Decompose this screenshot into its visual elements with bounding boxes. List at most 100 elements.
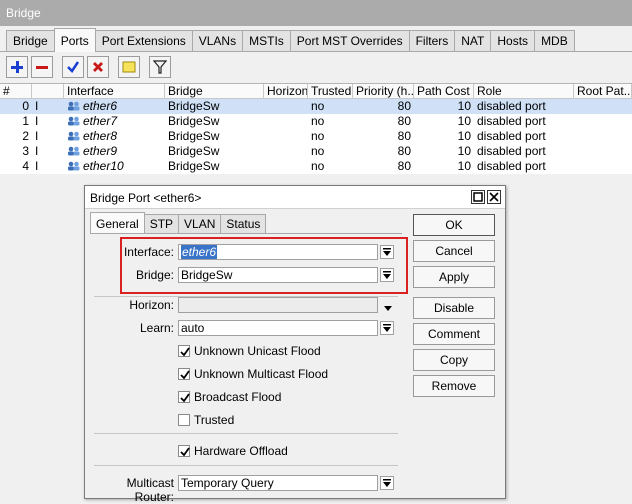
note-icon	[122, 61, 136, 73]
cell-path-cost: 10	[457, 129, 471, 143]
cell-path-cost: 10	[457, 99, 471, 113]
cell-role: disabled port	[477, 129, 546, 143]
unknown-multicast-flood-label: Unknown Multicast Flood	[194, 367, 329, 381]
col-header-bridge[interactable]: Bridge	[165, 84, 264, 99]
table-row[interactable]: 0 I ether6 BridgeSw no 80 10 disabled po…	[0, 99, 632, 114]
tab-hosts[interactable]: Hosts	[490, 30, 536, 51]
table-row[interactable]: 1 I ether7 BridgeSw no 80 10 disabled po…	[0, 114, 632, 129]
hardware-offload-label: Hardware Offload	[194, 444, 288, 458]
col-header-role[interactable]: Role	[474, 84, 574, 99]
interface-select[interactable]: ether6	[178, 244, 378, 260]
cell-flag: I	[35, 159, 39, 173]
interface-label: Interface:	[123, 245, 174, 259]
table-row[interactable]: 3 I ether9 BridgeSw no 80 10 disabled po…	[0, 144, 632, 159]
cell-horizon	[264, 159, 308, 174]
copy-button[interactable]: Copy	[413, 349, 495, 371]
table-row[interactable]: 4 I ether10 BridgeSw no 80 10 disabled p…	[0, 159, 632, 174]
cell-horizon	[264, 99, 308, 114]
tab-mdb[interactable]: MDB	[534, 30, 575, 51]
broadcast-flood-checkbox[interactable]	[178, 391, 190, 403]
interface-dropdown-button[interactable]	[380, 245, 394, 259]
dropdown-arrow-icon	[383, 324, 391, 332]
tab-mstis[interactable]: MSTIs	[242, 30, 291, 51]
dialog-tab-status[interactable]: Status	[220, 214, 267, 233]
maximize-button[interactable]	[471, 190, 485, 204]
col-header-horizon[interactable]: Horizon	[264, 84, 308, 99]
enable-button[interactable]	[62, 56, 84, 78]
col-header-root-path[interactable]: Root Pat...	[574, 84, 632, 99]
tab-port-extensions[interactable]: Port Extensions	[94, 30, 193, 51]
remove-button[interactable]: Remove	[413, 375, 495, 397]
disable-button[interactable]	[87, 56, 109, 78]
window-title: Bridge	[6, 6, 41, 20]
col-header-priority[interactable]: Priority (h...	[353, 84, 414, 99]
learn-select[interactable]: auto	[178, 320, 378, 336]
comment-button[interactable]	[118, 56, 140, 78]
multicast-router-select[interactable]: Temporary Query	[178, 475, 378, 491]
dropdown-arrow-icon	[383, 248, 391, 256]
cell-interface: ether9	[64, 144, 165, 159]
cell-priority: 80	[397, 114, 411, 128]
dialog-tabs: General STP VLAN Status	[90, 212, 267, 235]
trusted-label: Trusted	[194, 413, 235, 427]
tab-vlans[interactable]: VLANs	[191, 30, 244, 51]
horizon-input[interactable]	[178, 297, 378, 313]
hardware-offload-checkbox[interactable]	[178, 445, 190, 457]
ports-table: # Interface Bridge Horizon Trusted Prior…	[0, 83, 632, 174]
bridge-select[interactable]: BridgeSw	[178, 267, 378, 283]
checkmark-icon	[180, 393, 190, 403]
horizon-dropdown-button[interactable]	[383, 302, 393, 316]
table-row[interactable]: 2 I ether8 BridgeSw no 80 10 disabled po…	[0, 129, 632, 144]
cell-flag: I	[35, 144, 39, 158]
dialog-tab-stp[interactable]: STP	[143, 214, 180, 233]
cell-role: disabled port	[477, 159, 546, 173]
dialog-tab-general[interactable]: General	[90, 212, 145, 233]
learn-dropdown-button[interactable]	[380, 321, 394, 335]
main-tabs: Bridge Ports Port Extensions VLANs MSTIs…	[6, 28, 575, 52]
disable-button[interactable]: Disable	[413, 297, 495, 319]
cell-interface: ether7	[64, 114, 165, 129]
trusted-checkbox[interactable]	[178, 414, 190, 426]
add-button[interactable]	[6, 56, 28, 78]
tab-bridge[interactable]: Bridge	[6, 30, 55, 51]
unknown-multicast-flood-checkbox[interactable]	[178, 368, 190, 380]
col-header-num[interactable]: #	[0, 84, 32, 99]
cell-interface: ether6	[64, 99, 165, 114]
plus-icon	[11, 61, 23, 73]
unknown-unicast-flood-checkbox[interactable]	[178, 345, 190, 357]
col-header-interface[interactable]: Interface	[64, 84, 165, 99]
close-button[interactable]	[487, 190, 501, 204]
tab-ports[interactable]: Ports	[53, 28, 96, 52]
separator	[94, 433, 398, 434]
cell-num: 4	[22, 159, 29, 173]
cell-num: 3	[22, 144, 29, 158]
remove-button[interactable]	[31, 56, 53, 78]
dropdown-arrow-icon	[383, 271, 391, 279]
cell-num: 0	[22, 99, 29, 113]
tab-nat[interactable]: NAT	[454, 30, 492, 51]
tab-filters[interactable]: Filters	[408, 30, 456, 51]
cancel-button[interactable]: Cancel	[413, 240, 495, 262]
check-icon	[67, 61, 80, 73]
bridge-dropdown-button[interactable]	[380, 268, 394, 282]
cell-trusted: no	[311, 114, 325, 128]
cell-role: disabled port	[477, 144, 546, 158]
cell-horizon	[264, 144, 308, 159]
apply-button[interactable]: Apply	[413, 266, 495, 288]
cell-bridge: BridgeSw	[168, 99, 220, 113]
filter-button[interactable]	[149, 56, 171, 78]
tab-port-mst-overrides[interactable]: Port MST Overrides	[289, 30, 410, 51]
col-header-flag[interactable]	[32, 84, 64, 99]
col-header-path-cost[interactable]: Path Cost	[414, 84, 474, 99]
dialog-tab-vlan[interactable]: VLAN	[178, 214, 222, 233]
broadcast-flood-label: Broadcast Flood	[194, 390, 282, 404]
cell-bridge: BridgeSw	[168, 114, 220, 128]
comment-button[interactable]: Comment	[413, 323, 495, 345]
cell-priority: 80	[397, 99, 411, 113]
ok-button[interactable]: OK	[413, 214, 495, 236]
col-header-trusted[interactable]: Trusted	[308, 84, 353, 99]
minus-icon	[36, 66, 48, 69]
cell-trusted: no	[311, 159, 325, 173]
multicast-router-dropdown-button[interactable]	[380, 476, 394, 490]
checkmark-icon	[180, 447, 190, 457]
